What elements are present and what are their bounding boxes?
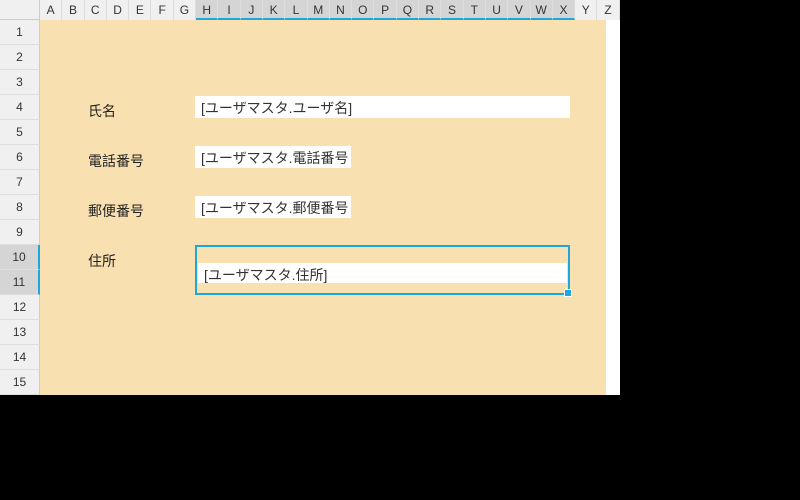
- row-header-2[interactable]: 2: [0, 45, 40, 70]
- row-header-11[interactable]: 11: [0, 270, 40, 295]
- row-header-4[interactable]: 4: [0, 95, 40, 120]
- row-header-6[interactable]: 6: [0, 145, 40, 170]
- spreadsheet: ABCDEFGHIJKLMNOPQRSTUVWXYZ 1234567891011…: [0, 0, 620, 395]
- col-header-G[interactable]: G: [174, 0, 196, 20]
- label-address: 住所: [84, 248, 120, 274]
- col-header-A[interactable]: A: [40, 0, 62, 20]
- row-header-8[interactable]: 8: [0, 195, 40, 220]
- row-headers: 123456789101112131415: [0, 20, 40, 395]
- col-header-F[interactable]: F: [151, 0, 173, 20]
- field-address[interactable]: [ユーザマスタ.住所]: [198, 263, 567, 283]
- row-header-15[interactable]: 15: [0, 370, 40, 395]
- col-header-Z[interactable]: Z: [597, 0, 619, 20]
- row-header-1[interactable]: 1: [0, 20, 40, 45]
- row-header-3[interactable]: 3: [0, 70, 40, 95]
- row-header-13[interactable]: 13: [0, 320, 40, 345]
- col-header-I[interactable]: I: [218, 0, 240, 20]
- label-postal: 郵便番号: [84, 198, 148, 224]
- col-header-X[interactable]: X: [553, 0, 575, 20]
- column-headers: ABCDEFGHIJKLMNOPQRSTUVWXYZ: [0, 0, 620, 20]
- grid-area[interactable]: 氏名 電話番号 郵便番号 住所 [ユーザマスタ.ユーザ名] [ユーザマスタ.電話…: [40, 20, 620, 395]
- row-header-12[interactable]: 12: [0, 295, 40, 320]
- col-header-N[interactable]: N: [330, 0, 352, 20]
- col-header-Q[interactable]: Q: [397, 0, 419, 20]
- col-header-J[interactable]: J: [241, 0, 263, 20]
- label-phone: 電話番号: [84, 148, 148, 174]
- col-header-V[interactable]: V: [508, 0, 530, 20]
- label-name: 氏名: [84, 98, 120, 124]
- row-header-9[interactable]: 9: [0, 220, 40, 245]
- field-postal[interactable]: [ユーザマスタ.郵便番号: [195, 196, 351, 218]
- col-header-H[interactable]: H: [196, 0, 218, 20]
- col-header-K[interactable]: K: [263, 0, 285, 20]
- row-header-7[interactable]: 7: [0, 170, 40, 195]
- col-header-O[interactable]: O: [352, 0, 374, 20]
- col-header-B[interactable]: B: [62, 0, 84, 20]
- field-name[interactable]: [ユーザマスタ.ユーザ名]: [195, 96, 570, 118]
- col-header-S[interactable]: S: [441, 0, 463, 20]
- col-header-W[interactable]: W: [531, 0, 553, 20]
- col-header-P[interactable]: P: [374, 0, 396, 20]
- col-header-U[interactable]: U: [486, 0, 508, 20]
- row-header-10[interactable]: 10: [0, 245, 40, 270]
- col-header-R[interactable]: R: [419, 0, 441, 20]
- col-header-C[interactable]: C: [85, 0, 107, 20]
- col-header-L[interactable]: L: [285, 0, 307, 20]
- col-header-Y[interactable]: Y: [575, 0, 597, 20]
- col-header-E[interactable]: E: [129, 0, 151, 20]
- select-all-corner[interactable]: [0, 0, 40, 20]
- col-header-M[interactable]: M: [308, 0, 330, 20]
- col-header-D[interactable]: D: [107, 0, 129, 20]
- row-header-5[interactable]: 5: [0, 120, 40, 145]
- field-phone[interactable]: [ユーザマスタ.電話番号: [195, 146, 351, 168]
- col-header-T[interactable]: T: [464, 0, 486, 20]
- row-header-14[interactable]: 14: [0, 345, 40, 370]
